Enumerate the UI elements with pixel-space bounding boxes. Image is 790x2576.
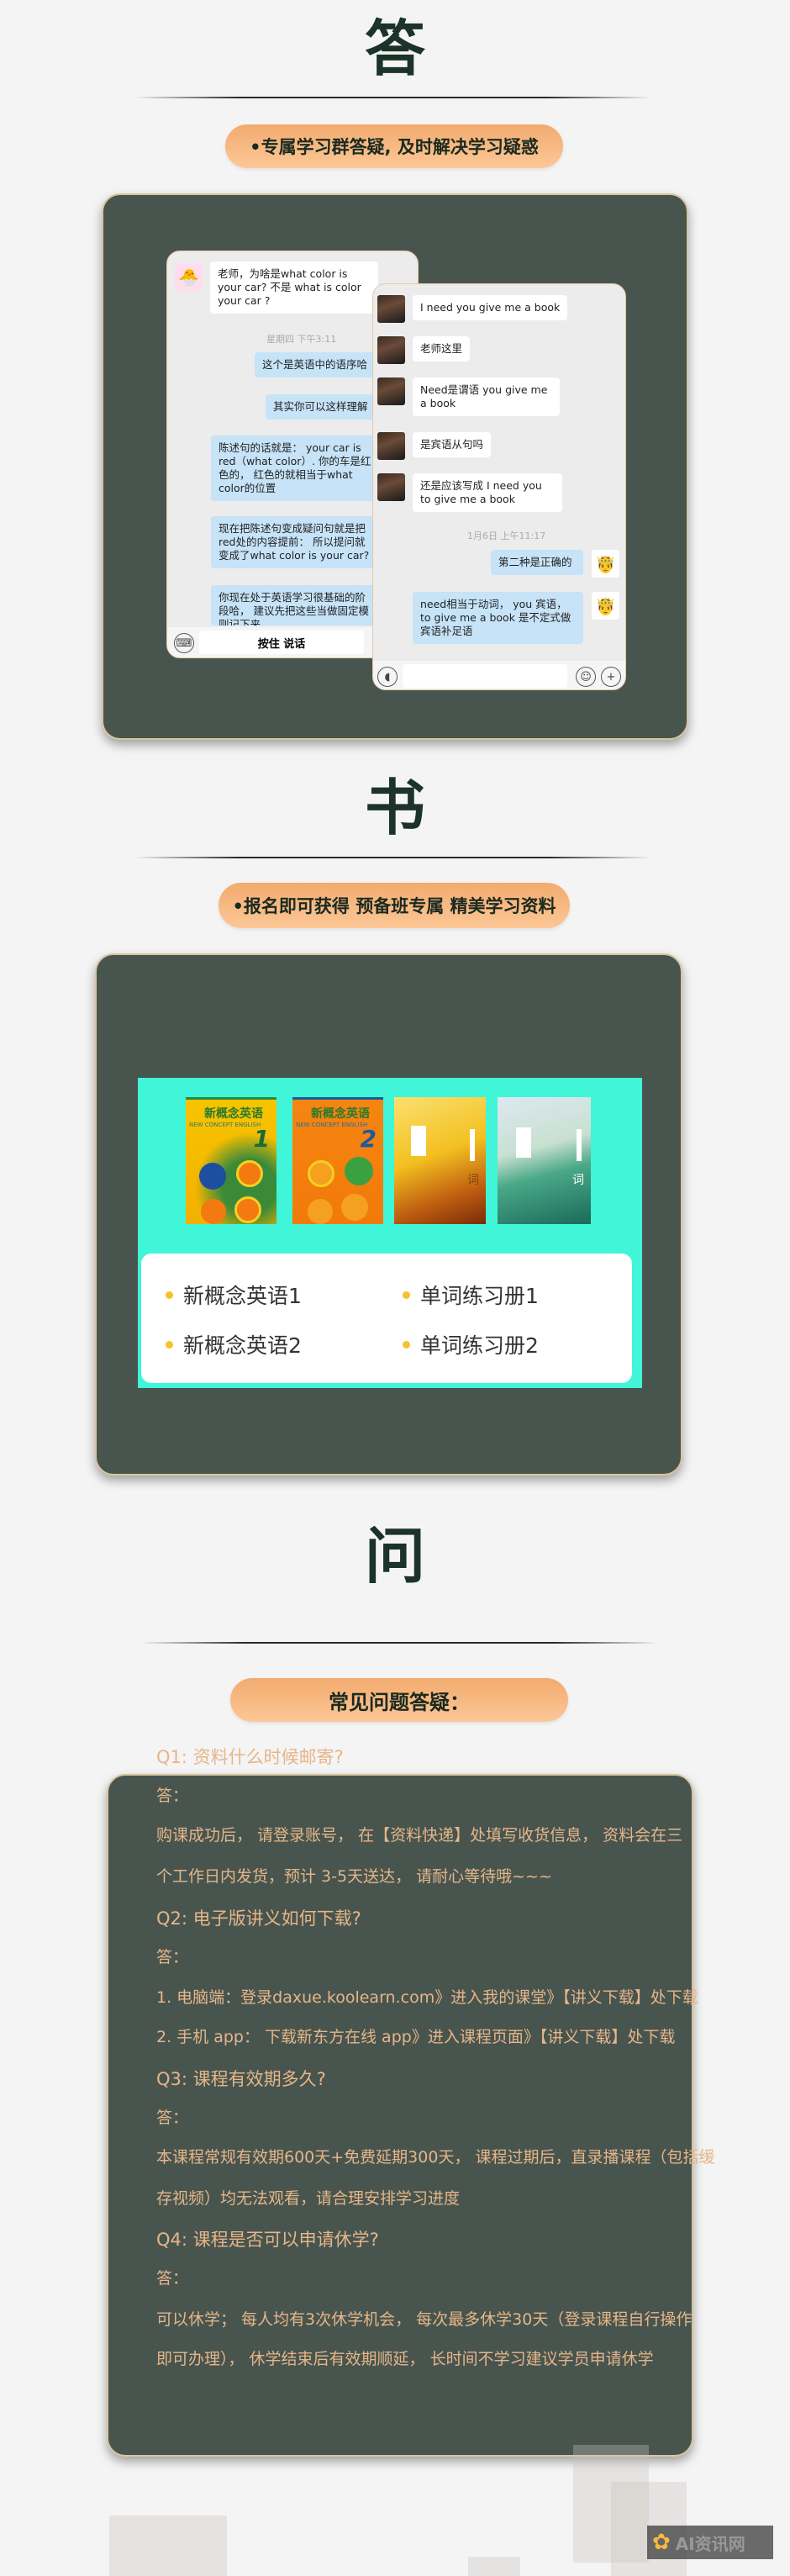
divider <box>134 97 651 98</box>
teacher-avatar: 🤴 <box>592 592 619 620</box>
list-item: 单词练习册2 <box>403 1329 539 1359</box>
divider <box>134 857 651 858</box>
book-number: 2 <box>360 1125 377 1153</box>
student-avatar: 🐣 <box>175 263 203 291</box>
book-cover-vocab1: 词 <box>394 1097 486 1224</box>
faq-answer: 可以休学； 每人均有3次休学机会， 每次最多休学30天（登录课程自行操作 <box>156 2310 693 2329</box>
student-avatar <box>377 432 405 460</box>
faq-answer: 本课程常规有效期600天+免费延期300天， 课程过期后，直录播课程（包括缓 <box>156 2148 715 2167</box>
faq-answer: 答： <box>156 2269 189 2288</box>
watermark-text: AI资讯网 <box>675 2533 745 2554</box>
chat-message: 老师这里 <box>413 336 471 362</box>
faq-question: Q2: 电子版讲义如何下载? <box>156 1908 361 1929</box>
faq-answer: 2. 手机 app： 下载新东方在线 app》进入课程页面》【讲义下载】处下载 <box>156 2028 676 2046</box>
heading-answer: 答 <box>364 13 425 84</box>
faq-answer: 即可办理）， 休学结束后有效期顺延， 长时间不学习建议学员申请休学 <box>156 2350 654 2368</box>
faq-question: Q1: 资料什么时候邮寄? <box>156 1747 344 1767</box>
chat-message: Need是谓语 you give me a book <box>413 377 560 416</box>
decoration <box>109 2515 227 2576</box>
chat-message: 你现在处于英语学习很基础的阶段哈， 建议先把这些当做固定模则记下来 <box>211 585 379 626</box>
book-number: 1 <box>253 1125 270 1153</box>
chat-message: need相当于动词， you 宾语， to give me a book 是不定… <box>413 592 583 644</box>
message-input[interactable] <box>403 664 567 688</box>
chat-message: 现在把陈述句变成疑问句就是把red处的内容提前： 所以提问就变成了what co… <box>211 516 379 568</box>
book-cover-vocab2: 词 <box>498 1097 591 1224</box>
divider <box>141 1642 658 1644</box>
keyboard-icon[interactable]: ⌨ <box>174 633 194 653</box>
student-avatar <box>377 377 405 405</box>
flower-logo-icon: ✿ <box>652 2530 671 2555</box>
materials-list <box>141 1254 632 1383</box>
heading-question: 问 <box>364 1521 425 1592</box>
book-cover-nce2: 新概念英语 NEW CONCEPT ENGLISH 2 <box>292 1097 383 1224</box>
pill-faq: 常见问题答疑： <box>230 1678 568 1722</box>
book-title: 词 <box>572 1174 584 1187</box>
list-item: 单词练习册1 <box>403 1280 539 1310</box>
faq-answer: 答： <box>156 2109 189 2127</box>
hold-to-talk-button[interactable]: 按住 说话 <box>199 631 364 654</box>
list-item: 新概念英语2 <box>166 1329 302 1359</box>
student-avatar <box>377 295 405 323</box>
student-avatar <box>377 473 405 501</box>
book-cover-nce1: 新概念英语 NEW CONCEPT ENGLISH 1 <box>186 1097 276 1224</box>
chat-message: 老师，为啥是what color is your car? 不是 what is… <box>210 261 378 314</box>
list-item: 新概念英语1 <box>166 1280 302 1310</box>
heading-book: 书 <box>364 773 425 843</box>
faq-answer: 答： <box>156 1948 189 1966</box>
student-avatar <box>377 336 405 364</box>
voice-icon[interactable]: ◖ <box>377 667 398 687</box>
book-title: 新概念英语 <box>204 1107 263 1121</box>
chat-message: I need you give me a book <box>413 295 568 320</box>
faq-answer: 答： <box>156 1787 189 1805</box>
chat-message: 是宾语从句吗 <box>413 432 492 457</box>
faq-answer: 1. 电脑端：登录daxue.koolearn.com》进入我的课堂》【讲义下载… <box>156 1988 698 2007</box>
pill-materials: •报名即可获得 预备班专属 精美学习资料 <box>219 883 570 928</box>
right-chat-panel: I need you give me a book 老师这里 Need是谓语 y… <box>372 283 626 690</box>
plus-icon[interactable]: + <box>601 667 621 687</box>
decoration <box>468 2557 520 2576</box>
watermark: ✿ AI资讯网 <box>647 2526 773 2559</box>
book-title: 新概念英语 <box>311 1107 370 1121</box>
chat-message: 陈述句的话就是： your car is red（what color）. 你的… <box>211 435 379 501</box>
book-title: 词 <box>467 1174 479 1187</box>
chat-message: 还是应该写成 I need you to give me a book <box>413 473 562 512</box>
faq-answer: 购课成功后， 请登录账号， 在【资料快递】处填写收货信息， 资料会在三 <box>156 1826 683 1845</box>
faq-answer: 存视频）均无法观看，请合理安排学习进度 <box>156 2189 461 2208</box>
teacher-avatar: 🤴 <box>592 550 619 578</box>
faq-answer: 个工作日内发货，预计 3-5天送达， 请耐心等待哦~~~ <box>156 1867 552 1886</box>
emoji-icon[interactable]: ☺ <box>576 667 596 687</box>
chat-message: 第二种是正确的 <box>491 550 583 575</box>
faq-question: Q4: 课程是否可以申请休学? <box>156 2230 379 2250</box>
chat-timestamp: 1月6日 上午11:17 <box>467 531 546 541</box>
pill-group-qa: •专属学习群答疑, 及时解决学习疑惑 <box>225 124 563 168</box>
chat-timestamp: 星期四 下午3:11 <box>266 334 337 345</box>
faq-question: Q3: 课程有效期多久? <box>156 2069 326 2089</box>
